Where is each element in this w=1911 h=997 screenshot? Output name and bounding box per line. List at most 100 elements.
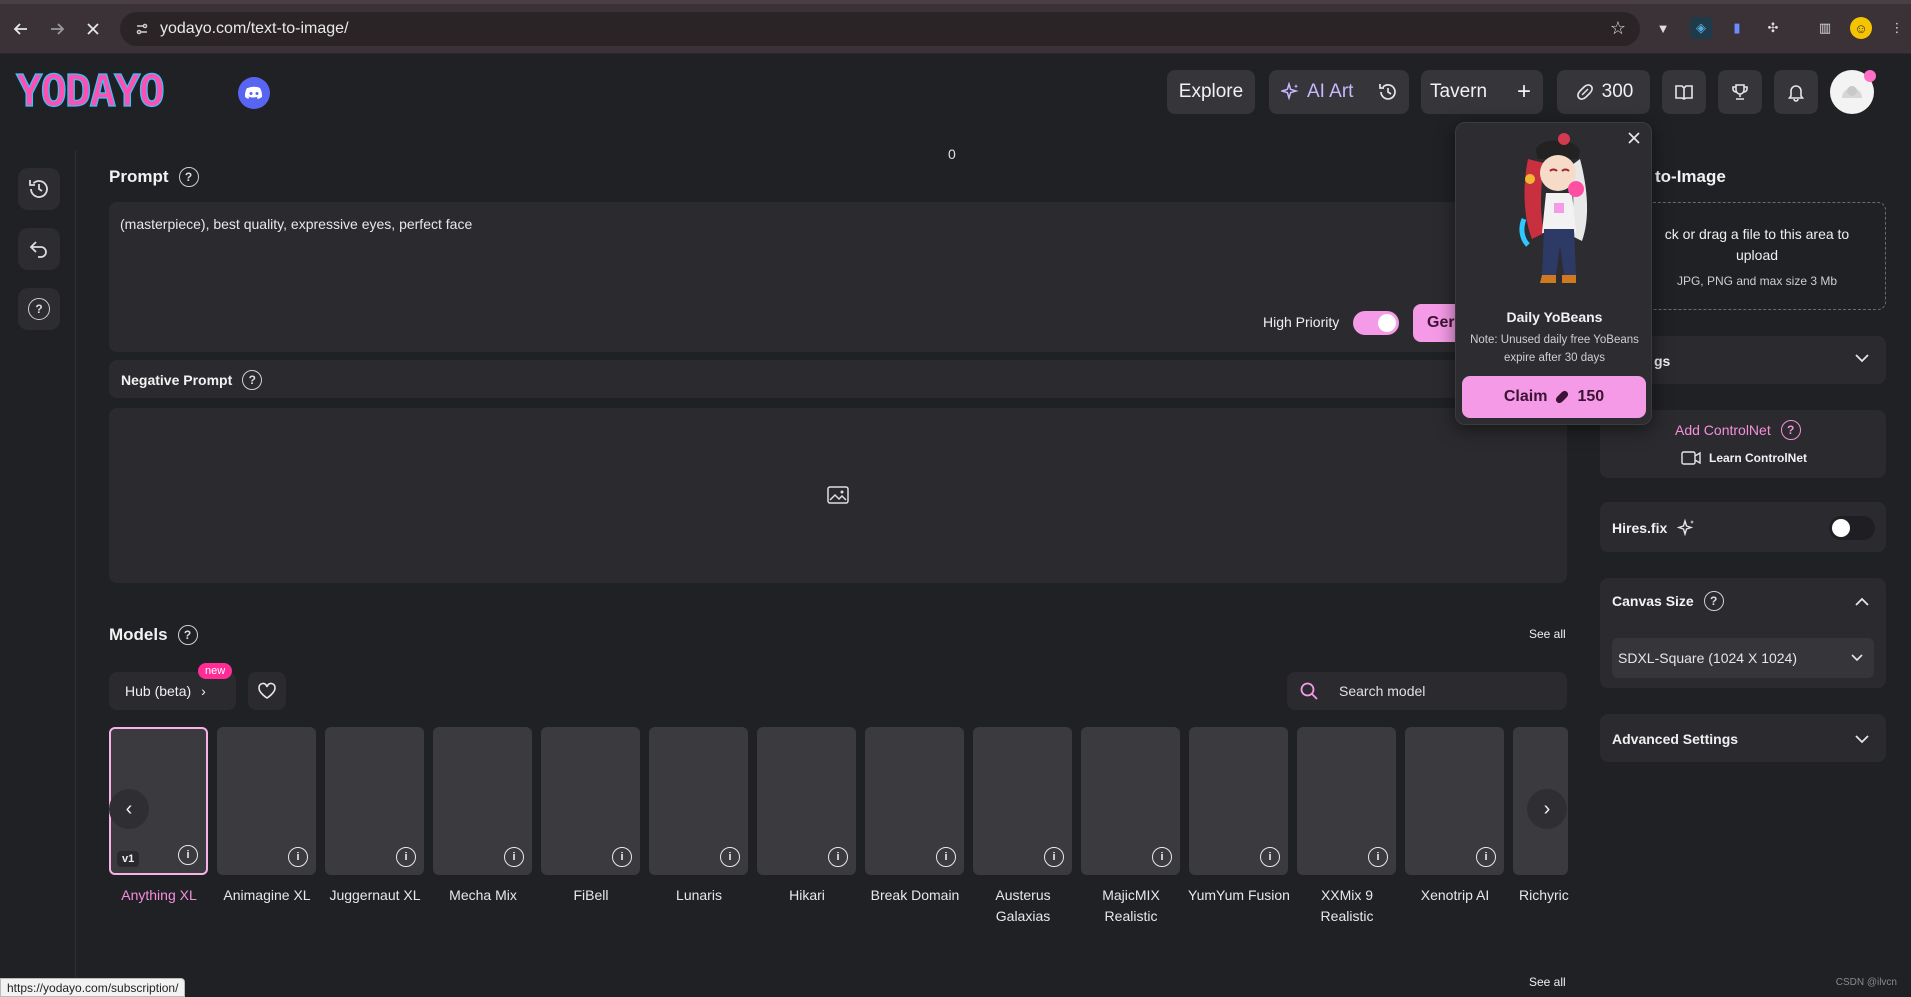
extension-icon-2[interactable]: ▮ — [1726, 17, 1748, 39]
bottom-see-all-link[interactable]: See all — [1529, 975, 1566, 989]
model-name[interactable]: Xenotrip AI — [1401, 885, 1509, 906]
model-name[interactable]: Lunaris — [645, 885, 753, 906]
history-button[interactable] — [1377, 81, 1399, 109]
plus-icon[interactable]: + — [1517, 78, 1531, 106]
model-card[interactable]: i — [1189, 727, 1288, 875]
carousel-next-button[interactable]: › — [1527, 789, 1567, 829]
info-icon[interactable]: i — [720, 847, 740, 867]
model-name[interactable]: FiBell — [537, 885, 645, 906]
trophy-button[interactable] — [1718, 70, 1762, 114]
model-name[interactable]: MajicMIX Realistic — [1077, 885, 1185, 927]
version-badge[interactable]: v1 — [117, 851, 140, 867]
browser-menu-icon[interactable]: ⋮ — [1886, 17, 1908, 39]
tab-strip — [0, 0, 1911, 4]
model-card[interactable]: i — [433, 727, 532, 875]
model-card[interactable]: i — [757, 727, 856, 875]
stop-loading-button[interactable] — [80, 16, 106, 42]
negative-help-icon[interactable]: ? — [242, 370, 263, 390]
search-model-input[interactable]: Search model — [1287, 672, 1567, 710]
info-icon[interactable]: i — [828, 847, 848, 867]
model-name[interactable]: Mecha Mix — [429, 885, 537, 906]
bookmark-star-icon[interactable]: ☆ — [1610, 18, 1626, 39]
library-button[interactable] — [1662, 70, 1706, 114]
yodayo-logo[interactable]: YODAYO — [14, 65, 226, 117]
arrow-left-icon — [13, 23, 27, 35]
model-card[interactable]: i — [325, 727, 424, 875]
prompt-text[interactable]: (masterpiece), best quality, expressive … — [120, 216, 472, 232]
canvas-size-select[interactable]: SDXL-Square (1024 X 1024) — [1612, 638, 1874, 678]
info-icon[interactable]: i — [1368, 847, 1388, 867]
model-name[interactable]: Animagine XL — [213, 885, 321, 906]
discord-button[interactable] — [238, 77, 270, 109]
prompt-help-icon[interactable]: ? — [178, 167, 199, 187]
model-name[interactable]: YumYum Fusion — [1185, 885, 1293, 906]
models-see-all-link[interactable]: See all — [1529, 627, 1566, 641]
prompt-title: Prompt ? — [109, 167, 199, 187]
ai-art-group: AI Art — [1269, 70, 1409, 114]
model-card[interactable]: i — [973, 727, 1072, 875]
extension-icon[interactable]: ◈ — [1690, 17, 1712, 39]
explore-button[interactable]: Explore — [1167, 70, 1255, 114]
model-card[interactable]: i — [1405, 727, 1504, 875]
model-name[interactable]: Break Domain — [861, 885, 969, 906]
high-priority-toggle[interactable] — [1353, 311, 1399, 335]
high-priority-label: High Priority — [1263, 314, 1340, 330]
info-icon[interactable]: i — [612, 847, 632, 867]
vivaldi-extension-icon[interactable]: ▼ — [1652, 17, 1674, 39]
info-icon[interactable]: i — [178, 845, 198, 865]
claim-label: Claim — [1503, 388, 1548, 405]
help-rail-button[interactable]: ? — [18, 288, 60, 330]
url-text: yodayo.com/text-to-image/ — [160, 20, 349, 37]
model-card[interactable]: i — [1297, 727, 1396, 875]
model-name[interactable]: Juggernaut XL — [321, 885, 429, 906]
info-icon[interactable]: i — [1260, 847, 1280, 867]
site-settings-icon[interactable] — [134, 21, 150, 37]
info-icon[interactable]: i — [396, 847, 416, 867]
carousel-prev-button[interactable]: ‹ — [109, 789, 149, 829]
popover-close-button[interactable] — [1627, 131, 1641, 150]
info-icon[interactable]: i — [1044, 847, 1064, 867]
ai-art-button[interactable]: AI Art — [1281, 81, 1353, 103]
user-avatar[interactable] — [1830, 70, 1876, 114]
upload-hint: JPG, PNG and max size 3 Mb — [1676, 274, 1838, 288]
model-card[interactable]: i — [1081, 727, 1180, 875]
info-icon[interactable]: i — [504, 847, 524, 867]
extensions-puzzle-icon[interactable]: ✣ — [1762, 17, 1784, 39]
negative-prompt-header[interactable] — [109, 360, 1567, 398]
model-name[interactable]: Austerus Galaxias — [969, 885, 1077, 927]
notifications-button[interactable] — [1774, 70, 1818, 114]
address-bar[interactable]: yodayo.com/text-to-image/ ☆ — [120, 12, 1640, 46]
info-icon[interactable]: i — [936, 847, 956, 867]
info-icon[interactable]: i — [1152, 847, 1172, 867]
favorites-button[interactable] — [248, 672, 286, 710]
yobeans-balance-button[interactable]: 300 — [1557, 70, 1650, 114]
models-help-icon[interactable]: ? — [177, 625, 198, 645]
model-card[interactable]: i — [217, 727, 316, 875]
model-name[interactable]: Hikari — [753, 885, 861, 906]
forward-button[interactable] — [44, 16, 70, 42]
history-rail-button[interactable] — [18, 168, 60, 210]
side-panel-icon[interactable]: ▥ — [1814, 17, 1836, 39]
model-name[interactable]: Anything XL — [105, 885, 213, 906]
tavern-button[interactable]: Tavern — [1430, 81, 1487, 103]
model-card[interactable]: i — [541, 727, 640, 875]
undo-rail-button[interactable] — [18, 228, 60, 270]
back-button[interactable] — [8, 16, 34, 42]
info-icon[interactable]: i — [288, 847, 308, 867]
claim-button[interactable]: Claim 150 — [1462, 376, 1646, 418]
model-name[interactable]: Richyric — [1519, 885, 1579, 906]
profile-emoji-icon[interactable]: ☺ — [1850, 17, 1872, 39]
model-name[interactable]: XXMix 9 Realistic — [1293, 885, 1401, 927]
controlnet-help-icon[interactable]: ? — [1780, 420, 1801, 440]
undo-icon — [29, 241, 47, 258]
canvas-help-icon[interactable]: ? — [1703, 591, 1724, 611]
chevron-down-icon — [1854, 731, 1870, 749]
chevron-up-icon[interactable] — [1854, 594, 1870, 612]
hires-fix-toggle[interactable] — [1829, 516, 1875, 540]
model-card[interactable]: i — [649, 727, 748, 875]
learn-controlnet-link[interactable]: Learn ControlNet — [1681, 451, 1807, 465]
model-card[interactable]: i — [865, 727, 964, 875]
add-controlnet-button[interactable]: Add ControlNet ? — [1675, 420, 1801, 440]
generate-button[interactable]: Ger — [1413, 304, 1455, 342]
info-icon[interactable]: i — [1476, 847, 1496, 867]
